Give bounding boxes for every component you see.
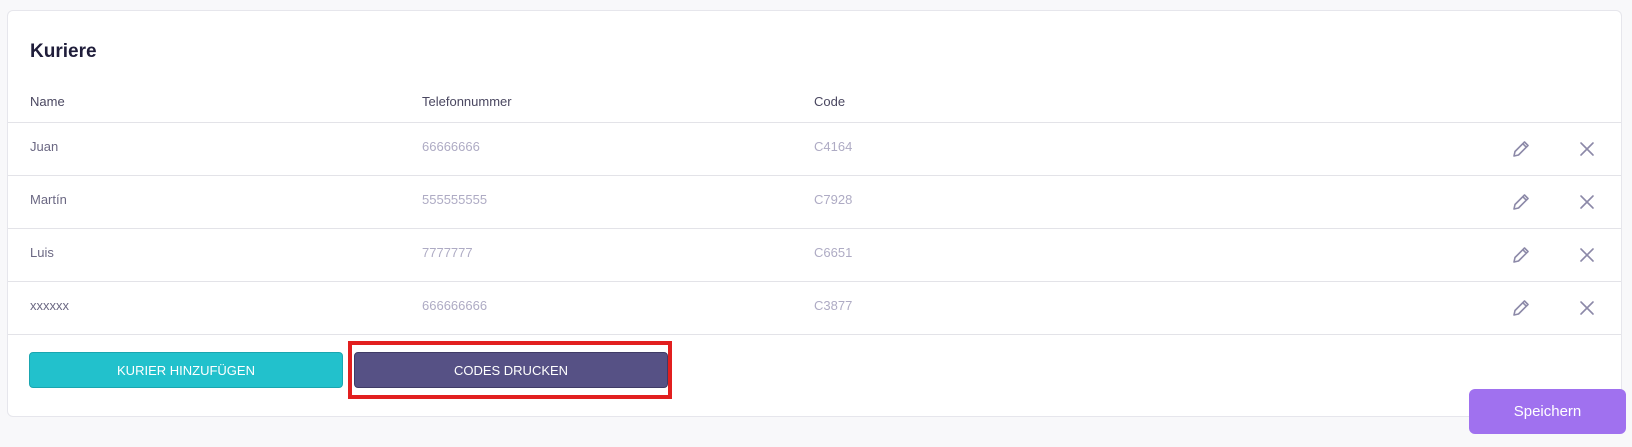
pencil-icon[interactable] <box>1510 191 1532 213</box>
table-row: Juan 66666666 C4164 <box>8 123 1621 176</box>
close-icon[interactable] <box>1576 191 1598 213</box>
print-codes-button[interactable]: CODES DRUCKEN <box>354 352 668 388</box>
column-header-phone: Telefonnummer <box>422 94 512 109</box>
courier-name: Luis <box>30 245 54 260</box>
courier-name: Martín <box>30 192 67 207</box>
courier-code: C6651 <box>814 245 853 260</box>
courier-phone: 66666666 <box>422 139 480 154</box>
column-header-code: Code <box>814 94 846 109</box>
courier-name: Juan <box>30 139 59 154</box>
close-icon[interactable] <box>1576 297 1598 319</box>
table-row: Martín 555555555 C7928 <box>8 176 1621 229</box>
courier-code: C7928 <box>814 192 853 207</box>
table-header: Name Telefonnummer Code <box>8 82 1621 123</box>
add-courier-button[interactable]: KURIER HINZUFÜGEN <box>29 352 343 388</box>
courier-name: xxxxxx <box>30 298 69 313</box>
courier-phone: 555555555 <box>422 192 488 207</box>
column-header-name: Name <box>30 94 65 109</box>
courier-code: C3877 <box>814 298 853 313</box>
table-row: Luis 7777777 C6651 <box>8 229 1621 282</box>
close-icon[interactable] <box>1576 244 1598 266</box>
courier-code: C4164 <box>814 139 853 154</box>
pencil-icon[interactable] <box>1510 138 1532 160</box>
pencil-icon[interactable] <box>1510 297 1532 319</box>
pencil-icon[interactable] <box>1510 244 1532 266</box>
section-title: Kuriere <box>30 41 97 62</box>
save-button[interactable]: Speichern <box>1469 389 1626 434</box>
courier-phone: 7777777 <box>422 245 473 260</box>
courier-phone: 666666666 <box>422 298 488 313</box>
close-icon[interactable] <box>1576 138 1598 160</box>
table-row: xxxxxx 666666666 C3877 <box>8 282 1621 335</box>
